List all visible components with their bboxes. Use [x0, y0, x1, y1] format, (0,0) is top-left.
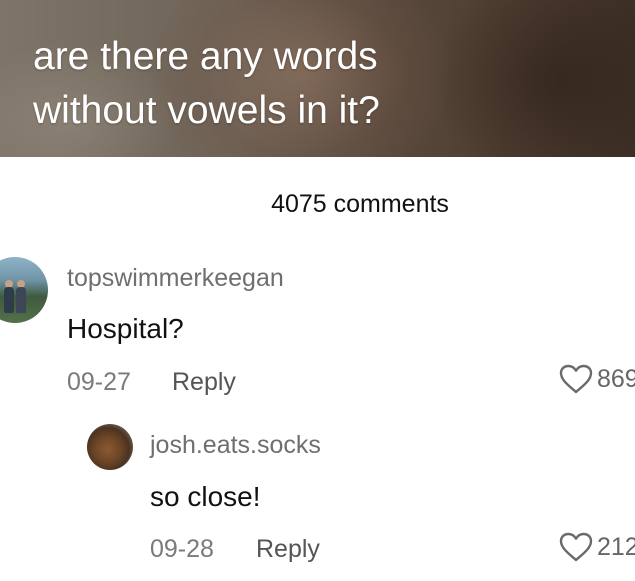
comment-username[interactable]: josh.eats.socks — [150, 431, 321, 460]
heart-outline-icon — [559, 364, 593, 394]
comment-date: 09-28 — [150, 535, 214, 563]
like-button[interactable]: 869 — [559, 364, 635, 394]
comment-username[interactable]: topswimmerkeegan — [67, 264, 284, 293]
video-preview[interactable]: are there any words without vowels in it… — [0, 0, 635, 157]
comment-date: 09-27 — [67, 368, 131, 396]
reply-button[interactable]: Reply — [172, 368, 236, 397]
comments-count: 4075 comments — [271, 190, 449, 218]
avatar-person — [16, 287, 26, 313]
like-count: 212 — [597, 532, 635, 561]
comment-text: Hospital? — [67, 313, 184, 344]
avatar-person — [4, 287, 14, 313]
tiktok-comments-screen: are there any words without vowels in it… — [0, 0, 635, 581]
reply-button[interactable]: Reply — [256, 535, 320, 564]
avatar[interactable] — [87, 424, 133, 470]
comment-text: so close! — [150, 481, 261, 512]
video-caption: are there any words without vowels in it… — [33, 35, 380, 132]
like-count: 869 — [597, 364, 635, 393]
heart-outline-icon — [559, 532, 593, 562]
avatar[interactable] — [0, 257, 48, 323]
like-button[interactable]: 212 — [559, 532, 635, 562]
video-background-shadow — [430, 0, 635, 157]
